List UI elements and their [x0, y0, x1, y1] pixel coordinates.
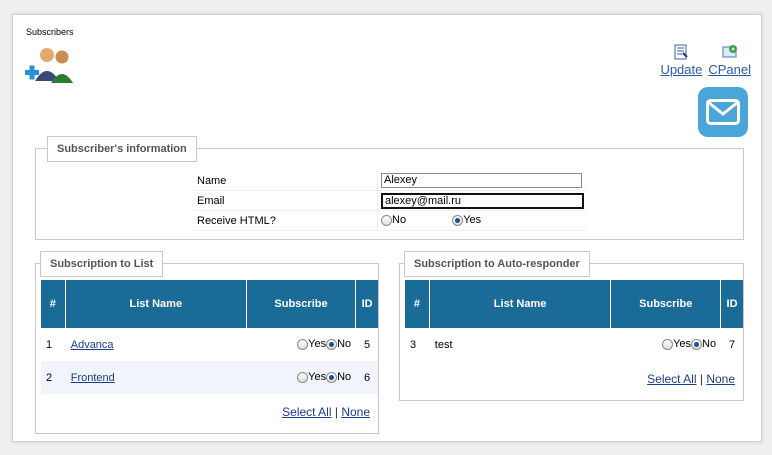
subscribe-yes-label: Yes	[308, 371, 327, 384]
html-yes-label: Yes	[463, 214, 482, 227]
subscribe-no-label: No	[337, 371, 352, 384]
list-select-all-link[interactable]: Select All	[282, 405, 331, 419]
col-id-header: ID	[721, 280, 743, 328]
list-link-frontend[interactable]: Frontend	[71, 372, 115, 384]
cpanel-label[interactable]: CPanel	[708, 62, 751, 77]
subscribe-yes-radio[interactable]	[662, 339, 674, 351]
subscribe-no-radio[interactable]	[326, 339, 338, 351]
auto-select-all-link[interactable]: Select All	[647, 372, 696, 386]
table-header-row: # List Name Subscribe ID	[41, 280, 378, 328]
row-id: 7	[728, 338, 736, 351]
col-listname-header: List Name	[65, 280, 247, 328]
page-title: Subscribers	[26, 27, 74, 37]
receive-html-label: Receive HTML?	[194, 210, 378, 231]
html-no-label: No	[392, 214, 407, 227]
subscription-auto-legend: Subscription to Auto-responder	[404, 251, 590, 277]
auto-select-separator: |	[699, 372, 703, 386]
html-yes-radio[interactable]	[452, 215, 464, 227]
row-id: 6	[356, 361, 378, 394]
subscription-auto-section: Subscription to Auto-responder # List Na…	[399, 251, 744, 401]
col-subscribe-header: Subscribe	[611, 280, 722, 328]
subscriber-info-legend: Subscriber's information	[47, 136, 197, 162]
list-select-controls: Select All | None	[282, 405, 370, 419]
html-no-radio[interactable]	[381, 215, 392, 227]
envelope-icon	[706, 99, 740, 125]
col-listname-header: List Name	[429, 280, 612, 328]
subscribe-yes-label: Yes	[308, 338, 327, 351]
subscribers-icon	[25, 48, 73, 83]
col-num-header: #	[405, 280, 430, 328]
list-link-advanca[interactable]: Advanca	[71, 339, 114, 351]
email-label: Email	[194, 190, 378, 211]
update-icon	[674, 44, 689, 60]
cpanel-button[interactable]: CPanel	[708, 43, 751, 77]
subscribe-no-label: No	[702, 338, 717, 351]
receive-html-row: Receive HTML? No Yes	[194, 210, 587, 231]
name-input[interactable]: Alexey	[381, 173, 582, 188]
update-button[interactable]: Update	[660, 43, 702, 77]
subscribe-yes-radio[interactable]	[297, 372, 309, 384]
toolbar: Update CPanel	[660, 43, 751, 77]
row-num: 1	[46, 338, 53, 351]
subscribe-yes-label: Yes	[673, 338, 692, 351]
subscription-list-legend: Subscription to List	[40, 251, 164, 277]
subscribe-yes-radio[interactable]	[297, 339, 309, 351]
row-num: 3	[410, 338, 417, 351]
row-id: 5	[364, 338, 371, 351]
subscribe-no-label: No	[337, 338, 352, 351]
auto-select-none-link[interactable]: None	[706, 372, 735, 386]
row-list-name: test	[434, 338, 453, 351]
update-label[interactable]: Update	[660, 62, 702, 77]
row-num: 2	[41, 361, 66, 394]
email-input[interactable]: alexey@mail.ru	[381, 192, 584, 209]
subscribe-no-radio[interactable]	[326, 372, 338, 384]
col-num-header: #	[41, 280, 66, 328]
list-select-separator: |	[334, 405, 338, 419]
auto-select-controls: Select All | None	[647, 372, 735, 386]
mail-icon	[698, 87, 748, 137]
subscriber-info-section: Subscriber's information Name Alexey Ema…	[35, 136, 744, 240]
table-row: 2 Frontend Yes No 6	[41, 361, 378, 394]
name-row: Name Alexey	[194, 171, 587, 191]
email-row: Email alexey@mail.ru	[194, 190, 587, 211]
col-subscribe-header: Subscribe	[246, 280, 357, 328]
subscription-auto-table: # List Name Subscribe ID 3 test Yes No 7	[405, 280, 743, 361]
table-row: 3 test Yes No 7	[405, 328, 743, 361]
name-label: Name	[194, 171, 378, 191]
cpanel-icon	[722, 45, 737, 58]
list-select-none-link[interactable]: None	[341, 405, 370, 419]
subscription-list-section: Subscription to List # List Name Subscri…	[35, 251, 379, 434]
table-header-row: # List Name Subscribe ID	[405, 280, 743, 328]
subscription-list-table: # List Name Subscribe ID 1 Advanca Yes No…	[41, 280, 378, 394]
col-id-header: ID	[356, 280, 378, 328]
subscriber-info-table: Name Alexey Email alexey@mail.ru Receive…	[194, 171, 587, 231]
table-row: 1 Advanca Yes No 5	[41, 328, 378, 361]
subscribe-no-radio[interactable]	[691, 339, 703, 351]
